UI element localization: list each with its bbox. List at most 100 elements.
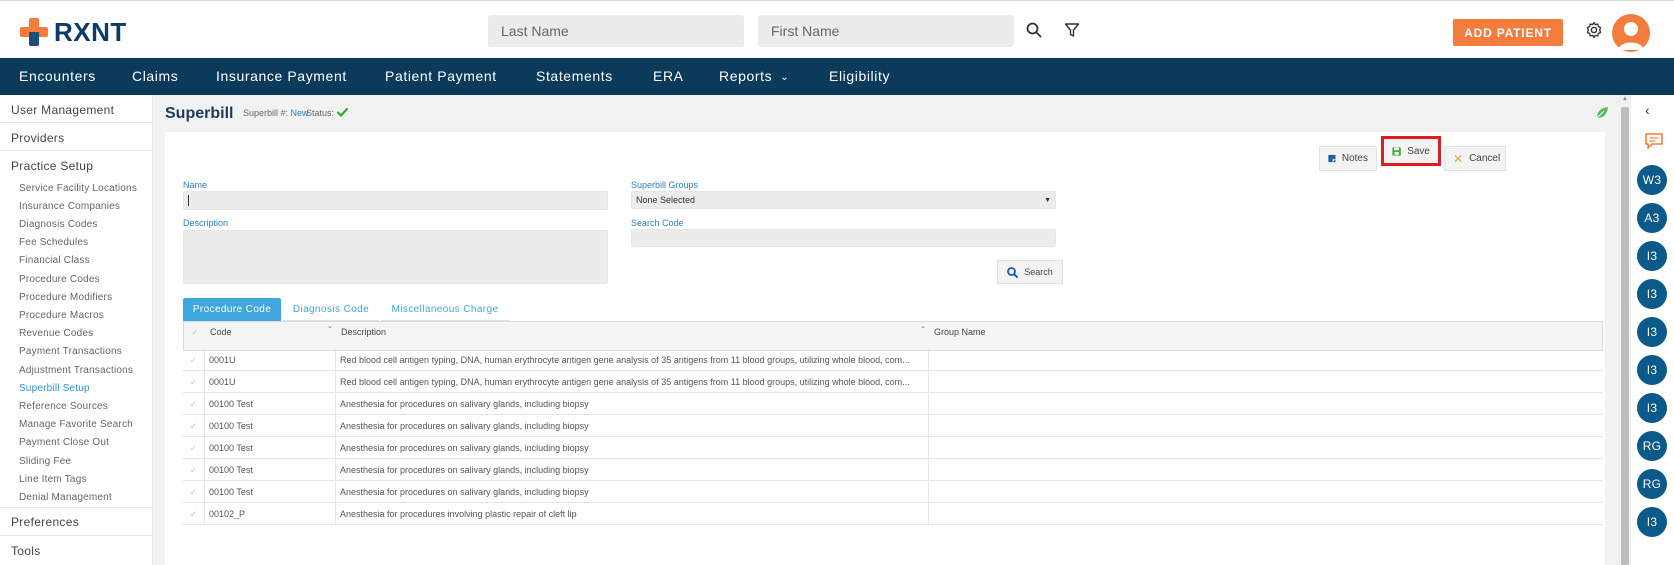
- nav-insurance-payment[interactable]: Insurance Payment: [216, 58, 347, 95]
- table-row[interactable]: ✓ 00100 Test Anesthesia for procedures o…: [183, 459, 1603, 481]
- sidebar-section-tools[interactable]: Tools: [11, 544, 41, 558]
- table-row[interactable]: ✓ 00100 Test Anesthesia for procedures o…: [183, 481, 1603, 503]
- user-badge[interactable]: I3: [1637, 317, 1667, 347]
- sidebar-item-payment-transactions[interactable]: Payment Transactions: [19, 346, 122, 357]
- row-checkbox[interactable]: ✓: [183, 393, 205, 415]
- search-button[interactable]: Search: [997, 260, 1063, 284]
- nav-claims[interactable]: Claims: [132, 58, 178, 95]
- user-avatar-icon[interactable]: [1612, 14, 1650, 52]
- nav-patient-payment[interactable]: Patient Payment: [385, 58, 497, 95]
- nav-reports[interactable]: Reports ⌄: [719, 58, 789, 95]
- save-icon: [1392, 146, 1401, 156]
- nav-statements[interactable]: Statements: [536, 58, 613, 95]
- sidebar-item-insurance-companies[interactable]: Insurance Companies: [19, 201, 120, 212]
- cell-code: 0001U: [205, 371, 336, 393]
- sidebar-section-user-management[interactable]: User Management: [11, 103, 114, 117]
- tab-procedure-code[interactable]: Procedure Code: [183, 298, 281, 321]
- table-row[interactable]: ✓ 0001U Red blood cell antigen typing, D…: [183, 371, 1603, 393]
- sidebar-item-revenue-codes[interactable]: Revenue Codes: [19, 328, 93, 339]
- nav-eligibility[interactable]: Eligibility: [829, 58, 890, 95]
- nav-encounters[interactable]: Encounters: [19, 58, 96, 95]
- cell-group-name: [929, 349, 1603, 371]
- sidebar-item-procedure-macros[interactable]: Procedure Macros: [19, 310, 104, 321]
- add-patient-button[interactable]: ADD PATIENT: [1453, 19, 1563, 46]
- user-badge[interactable]: W3: [1637, 165, 1667, 195]
- save-button[interactable]: Save: [1381, 136, 1441, 166]
- cell-code: 00102_P: [205, 503, 336, 525]
- table-row[interactable]: ✓ 00100 Test Anesthesia for procedures o…: [183, 415, 1603, 437]
- gear-icon[interactable]: [1583, 19, 1605, 41]
- table-header: ✓ Code ⌄ Description ⌄ Group Name: [183, 321, 1603, 351]
- user-badge[interactable]: I3: [1637, 355, 1667, 385]
- select-all-checkbox[interactable]: ✓: [184, 322, 206, 350]
- scrollbar-thumb[interactable]: [1621, 107, 1629, 565]
- user-badge[interactable]: I3: [1637, 241, 1667, 271]
- table-row[interactable]: ✓ 0001U Red blood cell antigen typing, D…: [183, 349, 1603, 371]
- sidebar-item-line-item-tags[interactable]: Line Item Tags: [19, 474, 87, 485]
- sidebar-section-providers[interactable]: Providers: [11, 131, 64, 145]
- chat-icon[interactable]: [1644, 132, 1664, 150]
- tab-diagnosis-code[interactable]: Diagnosis Code: [283, 298, 379, 321]
- user-badge[interactable]: RG: [1637, 431, 1667, 461]
- last-name-search-input[interactable]: [488, 15, 744, 47]
- row-checkbox[interactable]: ✓: [183, 349, 205, 371]
- scroll-up-arrow-icon[interactable]: ▲: [1622, 96, 1628, 102]
- settings-sidebar: User Management Providers Practice Setup…: [0, 95, 153, 565]
- sidebar-section-practice-setup[interactable]: Practice Setup: [11, 159, 93, 173]
- main-scrollbar[interactable]: ▲: [1619, 95, 1631, 565]
- sort-chevron-icon[interactable]: ⌄: [920, 322, 926, 330]
- sidebar-item-payment-close-out[interactable]: Payment Close Out: [19, 437, 109, 448]
- sidebar-divider: [0, 535, 152, 536]
- rxnt-logo[interactable]: RXNT: [20, 17, 127, 47]
- nav-era[interactable]: ERA: [653, 58, 684, 95]
- user-badge[interactable]: RG: [1637, 469, 1667, 499]
- user-badge[interactable]: I3: [1637, 507, 1667, 537]
- column-header-description[interactable]: Description: [337, 322, 929, 350]
- sidebar-item-procedure-modifiers[interactable]: Procedure Modifiers: [19, 292, 112, 303]
- sort-chevron-icon[interactable]: ⌄: [327, 322, 333, 330]
- column-header-code[interactable]: Code: [206, 322, 336, 350]
- sidebar-item-service-facility-locations[interactable]: Service Facility Locations: [19, 183, 137, 194]
- leaf-icon[interactable]: [1595, 106, 1609, 120]
- notes-button[interactable]: Notes: [1319, 146, 1377, 171]
- chevron-left-icon[interactable]: ‹: [1645, 102, 1650, 118]
- table-row[interactable]: ✓ 00100 Test Anesthesia for procedures o…: [183, 393, 1603, 415]
- user-badge[interactable]: I3: [1637, 279, 1667, 309]
- description-textarea[interactable]: [183, 230, 608, 284]
- first-name-search-input[interactable]: [758, 15, 1014, 47]
- table-row[interactable]: ✓ 00100 Test Anesthesia for procedures o…: [183, 437, 1603, 459]
- cell-code: 0001U: [205, 349, 336, 371]
- sidebar-item-superbill-setup[interactable]: Superbill Setup: [19, 383, 90, 394]
- sidebar-item-sliding-fee[interactable]: Sliding Fee: [19, 456, 71, 467]
- sidebar-item-reference-sources[interactable]: Reference Sources: [19, 401, 108, 412]
- superbill-groups-select[interactable]: None Selected ▼: [631, 191, 1056, 209]
- user-badge[interactable]: A3: [1637, 203, 1667, 233]
- table-row[interactable]: ✓ 00102_P Anesthesia for procedures invo…: [183, 503, 1603, 525]
- sidebar-item-denial-management[interactable]: Denial Management: [19, 492, 112, 503]
- search-code-input[interactable]: [631, 229, 1056, 247]
- row-checkbox[interactable]: ✓: [183, 371, 205, 393]
- user-badge[interactable]: I3: [1637, 393, 1667, 423]
- sidebar-section-preferences[interactable]: Preferences: [11, 515, 79, 529]
- right-dock: ▲ ‹ W3 A3 I3 I3 I3 I3 I3 RG RG I3: [1619, 95, 1674, 565]
- sidebar-item-financial-class[interactable]: Financial Class: [19, 255, 90, 266]
- filter-icon[interactable]: [1061, 19, 1083, 41]
- row-checkbox[interactable]: ✓: [183, 415, 205, 437]
- tab-miscellaneous-charge[interactable]: Miscellaneous Charge: [381, 298, 509, 321]
- row-checkbox[interactable]: ✓: [183, 437, 205, 459]
- sidebar-item-diagnosis-codes[interactable]: Diagnosis Codes: [19, 219, 98, 230]
- text-caret: [188, 195, 189, 206]
- row-checkbox[interactable]: ✓: [183, 503, 205, 525]
- cancel-button[interactable]: ✕ Cancel: [1444, 146, 1506, 171]
- superbill-number: Superbill #: New: [243, 108, 309, 118]
- search-icon[interactable]: [1023, 19, 1045, 41]
- name-input[interactable]: [183, 191, 608, 210]
- top-header: RXNT ADD PATIENT: [0, 0, 1674, 58]
- sidebar-item-adjustment-transactions[interactable]: Adjustment Transactions: [19, 365, 133, 376]
- row-checkbox[interactable]: ✓: [183, 459, 205, 481]
- sidebar-item-fee-schedules[interactable]: Fee Schedules: [19, 237, 88, 248]
- sidebar-item-manage-favorite-search[interactable]: Manage Favorite Search: [19, 419, 133, 430]
- sidebar-item-procedure-codes[interactable]: Procedure Codes: [19, 274, 100, 285]
- row-checkbox[interactable]: ✓: [183, 481, 205, 503]
- column-header-group-name[interactable]: Group Name: [930, 322, 1604, 350]
